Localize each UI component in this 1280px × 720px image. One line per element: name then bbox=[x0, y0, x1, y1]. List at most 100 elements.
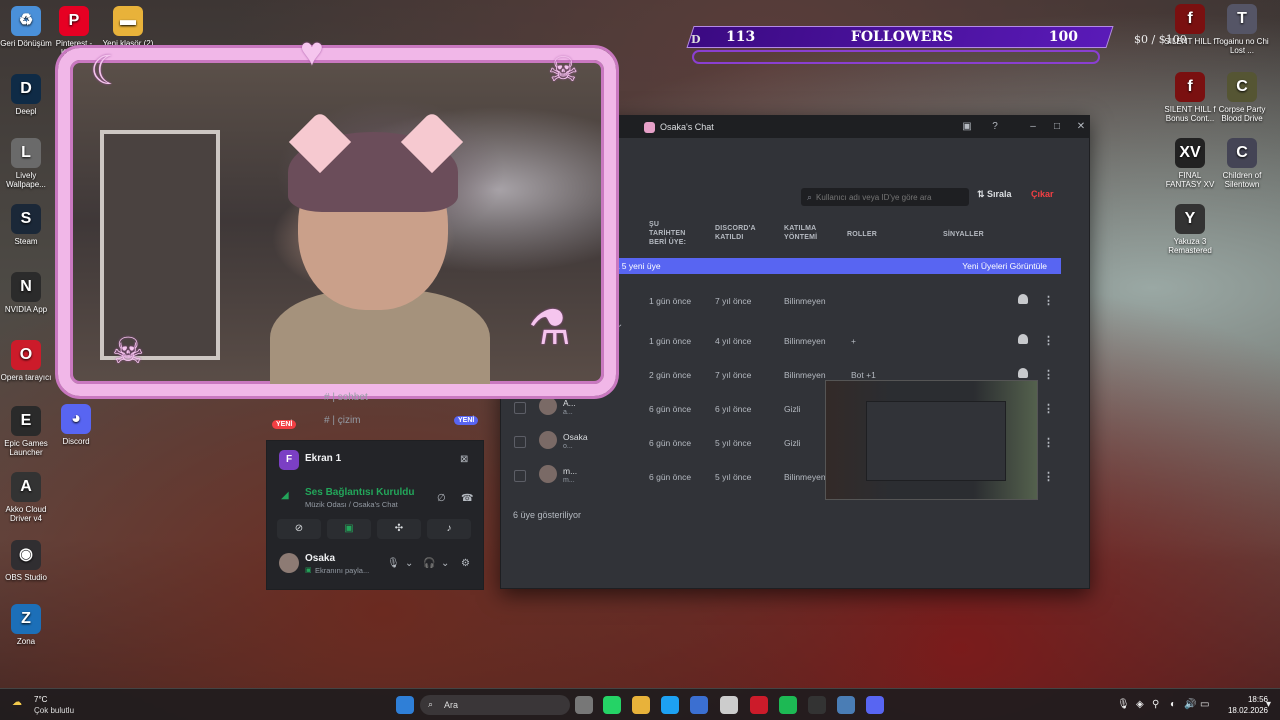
view-new-members-link[interactable]: Yeni Üyeleri Görüntüle bbox=[962, 261, 1047, 271]
member-search[interactable]: ⌕ bbox=[801, 188, 969, 206]
desktop-icon-left-3[interactable]: S Steam bbox=[0, 204, 54, 246]
voice-connection-sub[interactable]: Müzik Odası / Osaka's Chat bbox=[305, 500, 398, 509]
member-avatar[interactable] bbox=[539, 431, 557, 449]
weather-description[interactable]: Çok bulutlu bbox=[34, 706, 74, 715]
member-roles[interactable]: Bot +1 bbox=[851, 370, 876, 380]
member-roles[interactable]: + bbox=[851, 336, 856, 346]
member-checkbox[interactable] bbox=[514, 402, 526, 414]
store-icon[interactable] bbox=[690, 696, 708, 714]
stream-preview[interactable] bbox=[825, 380, 1038, 500]
volume-icon[interactable]: 🔊 bbox=[1184, 699, 1196, 710]
start-button[interactable] bbox=[396, 696, 414, 714]
screen-share-label[interactable]: Ekran 1 bbox=[305, 453, 341, 464]
profile-icon[interactable] bbox=[1018, 334, 1028, 344]
voice-connection-title[interactable]: Ses Bağlantısı Kuruldu bbox=[305, 487, 414, 498]
profile-icon[interactable] bbox=[1018, 294, 1028, 304]
taskbar-search[interactable]: ⌕ Ara bbox=[420, 695, 570, 715]
desktop-icon-right-4[interactable]: XV FINAL FANTASY XV bbox=[1162, 138, 1218, 189]
desktop-icon-left-7[interactable]: A Akko Cloud Driver v4 bbox=[0, 472, 54, 523]
clock-time[interactable]: 18:56 bbox=[1228, 695, 1268, 704]
member-name[interactable]: A... bbox=[563, 398, 576, 408]
desktop-icon-label: Togainu no Chi Lost ... bbox=[1215, 37, 1269, 56]
camera-off-button[interactable]: ⊘ bbox=[277, 519, 321, 539]
more-options-icon[interactable]: ⋮ bbox=[1043, 436, 1054, 449]
noise-suppression-icon[interactable]: ∅ bbox=[437, 493, 446, 504]
desktop-icon-left-9[interactable]: Z Zona bbox=[0, 604, 54, 646]
network-icon[interactable]: ◐ bbox=[1170, 699, 1176, 710]
member-name[interactable]: m... bbox=[563, 466, 577, 476]
minimize-button[interactable]: – bbox=[1025, 120, 1041, 134]
profile-icon[interactable] bbox=[1018, 368, 1028, 378]
sort-button[interactable]: ⇅ Sırala bbox=[977, 189, 1012, 200]
desktop-icon-second-2[interactable]: ◕ Discord bbox=[48, 404, 104, 446]
popout-icon[interactable]: ⊠ bbox=[460, 454, 468, 465]
member-search-input[interactable] bbox=[816, 192, 957, 202]
screen-share-button[interactable]: ▣ bbox=[327, 519, 371, 539]
tray-app-icon[interactable]: ◈ bbox=[1136, 699, 1144, 710]
notification-icon[interactable]: ▾ bbox=[1266, 699, 1271, 710]
battery-icon[interactable]: ▭ bbox=[1200, 699, 1209, 710]
desktop-icon-left-1[interactable]: D Deepl bbox=[0, 74, 54, 116]
microphone-tray-icon[interactable]: 🎙 bbox=[1117, 699, 1130, 710]
weather-icon[interactable]: ☁ bbox=[12, 697, 22, 708]
app-icon: S bbox=[11, 204, 41, 234]
tray-app-icon[interactable]: ⚲ bbox=[1152, 699, 1159, 710]
desktop-icon-left-5[interactable]: O Opera tarayıcı bbox=[0, 340, 54, 382]
channel-sohbet[interactable]: # | sohbet bbox=[324, 392, 368, 403]
desktop-icon-left-6[interactable]: E Epic Games Launcher bbox=[0, 406, 54, 457]
headphones-icon[interactable]: 🎧 bbox=[423, 558, 435, 569]
member-checkbox[interactable] bbox=[514, 436, 526, 448]
more-options-icon[interactable]: ⋮ bbox=[1043, 334, 1054, 347]
file-explorer-icon[interactable] bbox=[632, 696, 650, 714]
member-avatar[interactable] bbox=[539, 465, 557, 483]
microphone-icon[interactable]: 🎙 bbox=[387, 558, 400, 569]
gear-icon[interactable]: ⚙ bbox=[461, 558, 470, 569]
more-options-icon[interactable]: ⋮ bbox=[1043, 402, 1054, 415]
user-name[interactable]: Osaka bbox=[305, 553, 335, 564]
desktop-icon-right-2[interactable]: f SILENT HILL f Bonus Cont... bbox=[1162, 72, 1218, 123]
user-avatar[interactable] bbox=[279, 553, 299, 573]
header-joined-discord[interactable]: DISCORD'A KATILDI bbox=[715, 224, 765, 242]
help-icon[interactable]: ? bbox=[987, 120, 1003, 134]
more-options-icon[interactable]: ⋮ bbox=[1043, 368, 1054, 381]
app-icon[interactable] bbox=[837, 696, 855, 714]
chatgpt-icon[interactable] bbox=[720, 696, 738, 714]
chevron-down-icon[interactable]: ⌄ bbox=[441, 558, 449, 569]
disconnect-icon[interactable]: ☎ bbox=[461, 493, 473, 504]
inbox-icon[interactable]: ▣ bbox=[959, 120, 975, 134]
desktop-icon-right-5[interactable]: C Children of Silentown bbox=[1214, 138, 1270, 189]
channel-cizim[interactable]: # | çizim bbox=[324, 415, 361, 426]
discord-taskbar-icon[interactable] bbox=[866, 696, 884, 714]
member-checkbox[interactable] bbox=[514, 470, 526, 482]
edge-icon[interactable] bbox=[661, 696, 679, 714]
kick-button[interactable]: Çıkar bbox=[1031, 189, 1054, 199]
desktop-icon-left-2[interactable]: L Lively Wallpape... bbox=[0, 138, 54, 189]
more-options-icon[interactable]: ⋮ bbox=[1043, 294, 1054, 307]
member-avatar[interactable] bbox=[539, 397, 557, 415]
header-signals[interactable]: SİNYALLER bbox=[943, 230, 984, 239]
spotify-icon[interactable] bbox=[779, 696, 797, 714]
signal-icon[interactable]: ◢ bbox=[281, 490, 289, 501]
activities-button[interactable]: ✣ bbox=[377, 519, 421, 539]
desktop-icon-second-1[interactable]: ▬ Yeni klasör (2) bbox=[100, 6, 156, 48]
close-button[interactable]: ✕ bbox=[1073, 120, 1089, 134]
soundboard-button[interactable]: ♪ bbox=[427, 519, 471, 539]
chevron-down-icon[interactable]: ⌄ bbox=[405, 558, 413, 569]
maximize-button[interactable]: □ bbox=[1049, 120, 1065, 134]
clock-date[interactable]: 18.02.2026 bbox=[1212, 706, 1268, 715]
desktop-icon-right-3[interactable]: C Corpse Party Blood Drive bbox=[1214, 72, 1270, 123]
opera-icon[interactable] bbox=[750, 696, 768, 714]
task-view-icon[interactable] bbox=[575, 696, 593, 714]
desktop-icon-left-4[interactable]: N NVIDIA App bbox=[0, 272, 54, 314]
desktop-icon-left-8[interactable]: ◉ OBS Studio bbox=[0, 540, 54, 582]
whatsapp-icon[interactable] bbox=[603, 696, 621, 714]
more-options-icon[interactable]: ⋮ bbox=[1043, 470, 1054, 483]
obs-icon[interactable] bbox=[808, 696, 826, 714]
header-joined-server[interactable]: ŞU TARİHTEN BERİ ÜYE: bbox=[649, 220, 693, 247]
weather-temperature[interactable]: 7°C bbox=[34, 695, 47, 704]
desktop-icon-right-6[interactable]: Y Yakuza 3 Remastered bbox=[1162, 204, 1218, 255]
header-join-method[interactable]: KATILMA YÖNTEMİ bbox=[784, 224, 826, 242]
desktop-icon-right-1[interactable]: T Togainu no Chi Lost ... bbox=[1214, 4, 1270, 55]
header-roles[interactable]: ROLLER bbox=[847, 230, 877, 239]
member-name[interactable]: Osaka bbox=[563, 432, 588, 442]
